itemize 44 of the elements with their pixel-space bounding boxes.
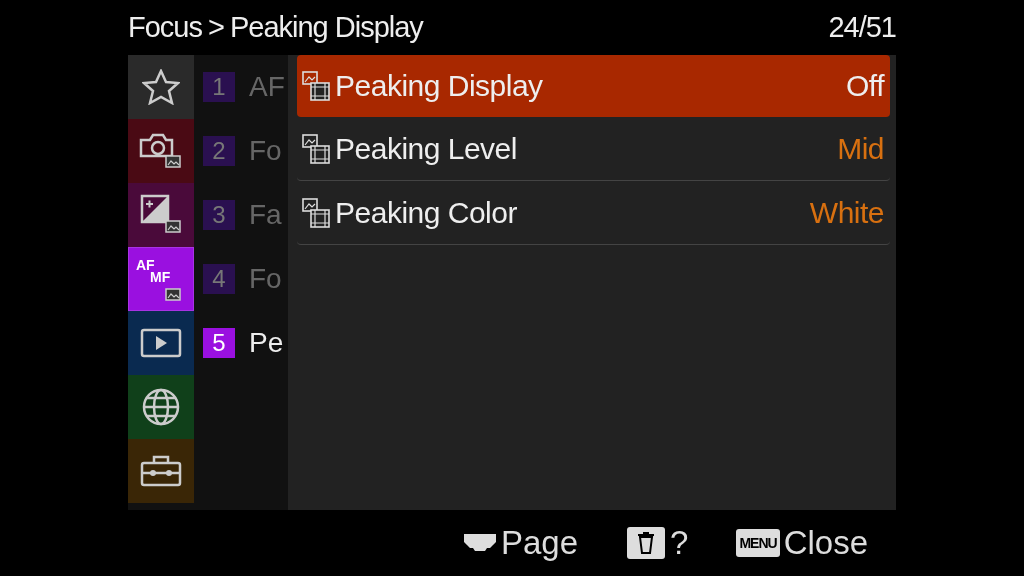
page-title: Peaking Display	[229, 11, 423, 44]
toolbox-icon	[139, 454, 183, 488]
category-tab[interactable]	[128, 183, 194, 247]
menu-key: MENU	[736, 529, 780, 557]
dial-icon	[462, 532, 497, 554]
breadcrumb-separator: >	[208, 11, 224, 44]
picture-icon	[164, 287, 182, 302]
page-label: Fo	[249, 135, 282, 167]
page-number[interactable]: 1	[203, 72, 235, 102]
setting-label: Peaking Level	[335, 132, 518, 166]
page-number[interactable]: 2	[203, 136, 235, 166]
page-label: Fa	[249, 199, 282, 231]
category-tab[interactable]	[128, 375, 194, 439]
breadcrumb: Focus	[128, 11, 202, 44]
page-number[interactable]: 3	[203, 200, 235, 230]
page-counter: 24/51	[828, 11, 896, 44]
help-hint: ?	[670, 524, 689, 562]
setting-value: Mid	[837, 132, 884, 166]
page-label: Pe	[249, 327, 284, 359]
setting-value: Off	[846, 69, 884, 103]
setting-row[interactable]: Peaking Display Off	[297, 55, 890, 117]
setting-row[interactable]: Peaking Level Mid	[297, 118, 890, 181]
category-tab[interactable]	[128, 119, 194, 183]
page-label: Fo	[249, 263, 282, 295]
setting-row[interactable]: Peaking Color White	[297, 182, 890, 245]
category-tab[interactable]: AF MF	[128, 247, 194, 311]
trash-icon	[626, 526, 667, 560]
globe-icon	[141, 387, 181, 427]
page-number[interactable]: 5	[203, 328, 235, 358]
photo-movie-icon	[301, 70, 331, 102]
category-tab[interactable]	[128, 439, 194, 503]
play-icon	[140, 328, 182, 358]
setting-value: White	[809, 196, 884, 230]
setting-label: Peaking Display	[335, 69, 544, 103]
page-label: AF	[249, 71, 285, 103]
page-hint: Page	[500, 524, 579, 562]
star-icon	[142, 69, 180, 105]
category-tab[interactable]	[128, 55, 194, 119]
photo-movie-icon	[301, 133, 331, 165]
close-hint: Close	[783, 524, 868, 562]
page-number[interactable]: 4	[203, 264, 235, 294]
photo-movie-icon	[301, 197, 331, 229]
setting-label: Peaking Color	[335, 196, 518, 230]
category-tab[interactable]	[128, 311, 194, 375]
